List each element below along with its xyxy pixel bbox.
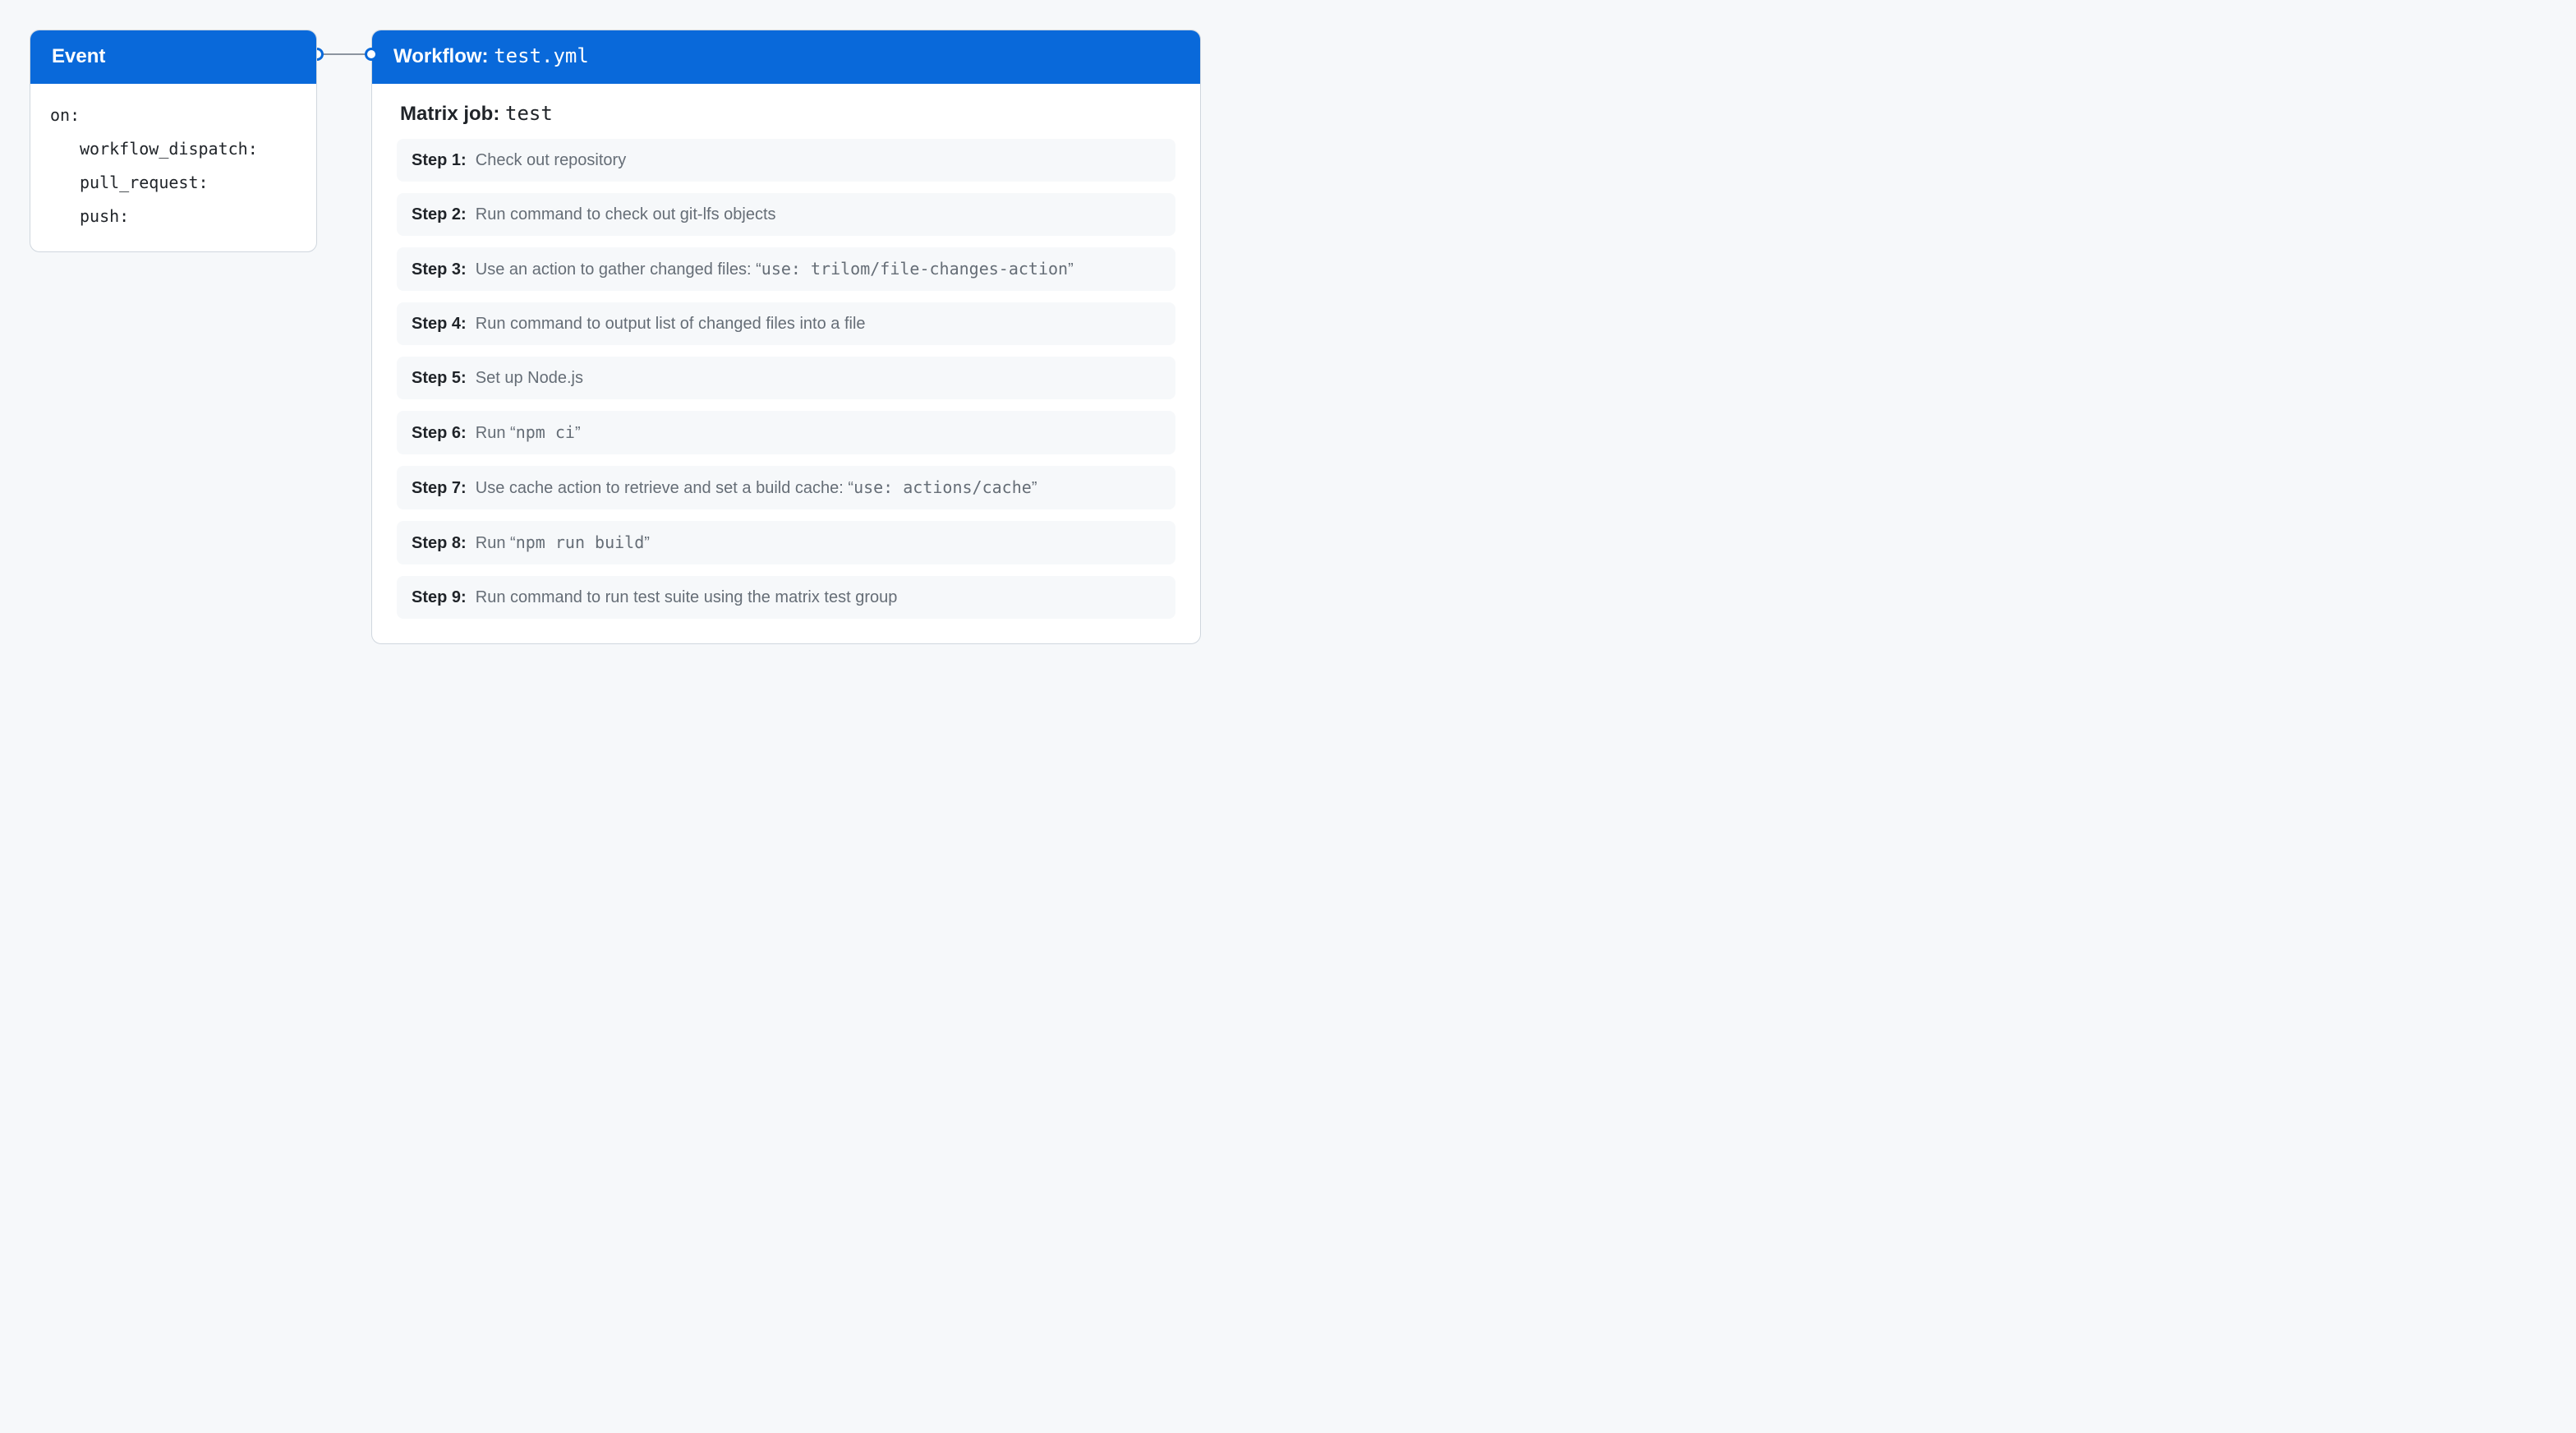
step-code-fragment: use: actions/cache xyxy=(853,477,1032,497)
workflow-card-header: Workflow: test.yml xyxy=(372,30,1200,84)
step-description: Run “npm ci” xyxy=(476,424,581,442)
step-text-fragment: Use an action to gather changed files: “ xyxy=(476,260,761,279)
step-label: Step 8: xyxy=(412,534,476,552)
step-text-fragment: Run command to run test suite using the … xyxy=(476,588,898,606)
event-on-label: on: xyxy=(50,105,80,125)
step-row: Step 1: Check out repository xyxy=(397,139,1175,182)
diagram-canvas: Event on: workflow_dispatch: pull_reques… xyxy=(30,30,2546,644)
step-text-fragment: ” xyxy=(644,534,650,552)
step-row: Step 4: Run command to output list of ch… xyxy=(397,302,1175,345)
step-text-fragment: ” xyxy=(575,424,581,442)
step-row: Step 9: Run command to run test suite us… xyxy=(397,576,1175,619)
step-text-fragment: Run “ xyxy=(476,534,516,552)
step-text-fragment: ” xyxy=(1032,479,1037,497)
step-code-fragment: npm run build xyxy=(516,532,645,552)
event-card: Event on: workflow_dispatch: pull_reques… xyxy=(30,30,317,252)
matrix-prefix: Matrix job: xyxy=(400,103,505,125)
workflow-header-file: test.yml xyxy=(494,44,589,67)
step-description: Check out repository xyxy=(476,151,626,169)
step-text-fragment: Set up Node.js xyxy=(476,369,583,387)
step-row: Step 5: Set up Node.js xyxy=(397,357,1175,399)
step-code-fragment: npm ci xyxy=(516,422,575,442)
step-text-fragment: Run command to output list of changed fi… xyxy=(476,315,866,333)
step-text-fragment: Use cache action to retrieve and set a b… xyxy=(476,479,853,497)
step-description: Run command to output list of changed fi… xyxy=(476,315,866,333)
step-label: Step 5: xyxy=(412,369,476,387)
step-description: Run “npm run build” xyxy=(476,534,650,552)
connector-dot-right xyxy=(365,48,378,61)
step-description: Use an action to gather changed files: “… xyxy=(476,260,1074,279)
step-label: Step 2: xyxy=(412,205,476,223)
step-description: Use cache action to retrieve and set a b… xyxy=(476,479,1037,497)
step-row: Step 6: Run “npm ci” xyxy=(397,411,1175,454)
matrix-name: test xyxy=(505,102,553,125)
step-label: Step 1: xyxy=(412,151,476,169)
event-trigger: pull_request: xyxy=(50,166,297,200)
connector-line xyxy=(317,53,371,55)
event-card-body: on: workflow_dispatch: pull_request: pus… xyxy=(30,84,316,251)
event-header-text: Event xyxy=(52,45,105,67)
event-trigger: push: xyxy=(50,200,297,233)
step-row: Step 3: Use an action to gather changed … xyxy=(397,247,1175,291)
step-row: Step 2: Run command to check out git-lfs… xyxy=(397,193,1175,236)
step-label: Step 7: xyxy=(412,479,476,497)
workflow-card: Workflow: test.yml Matrix job: test Step… xyxy=(371,30,1201,644)
step-description: Run command to run test suite using the … xyxy=(476,588,898,606)
step-description: Run command to check out git-lfs objects xyxy=(476,205,776,223)
event-card-header: Event xyxy=(30,30,316,84)
step-code-fragment: use: trilom/file-changes-action xyxy=(761,259,1068,279)
step-text-fragment: Run command to check out git-lfs objects xyxy=(476,205,776,223)
step-text-fragment: ” xyxy=(1068,260,1074,279)
step-description: Set up Node.js xyxy=(476,369,583,387)
step-label: Step 3: xyxy=(412,260,476,279)
step-row: Step 8: Run “npm run build” xyxy=(397,521,1175,564)
workflow-card-body: Matrix job: test Step 1: Check out repos… xyxy=(372,84,1200,643)
matrix-job-title: Matrix job: test xyxy=(400,102,1175,126)
step-label: Step 9: xyxy=(412,588,476,606)
steps-list: Step 1: Check out repository Step 2: Run … xyxy=(397,139,1175,619)
step-label: Step 4: xyxy=(412,315,476,333)
workflow-header-prefix: Workflow: xyxy=(393,45,494,67)
step-label: Step 6: xyxy=(412,424,476,442)
step-text-fragment: Check out repository xyxy=(476,151,626,169)
step-row: Step 7: Use cache action to retrieve and… xyxy=(397,466,1175,509)
event-trigger: workflow_dispatch: xyxy=(50,132,297,166)
step-text-fragment: Run “ xyxy=(476,424,516,442)
